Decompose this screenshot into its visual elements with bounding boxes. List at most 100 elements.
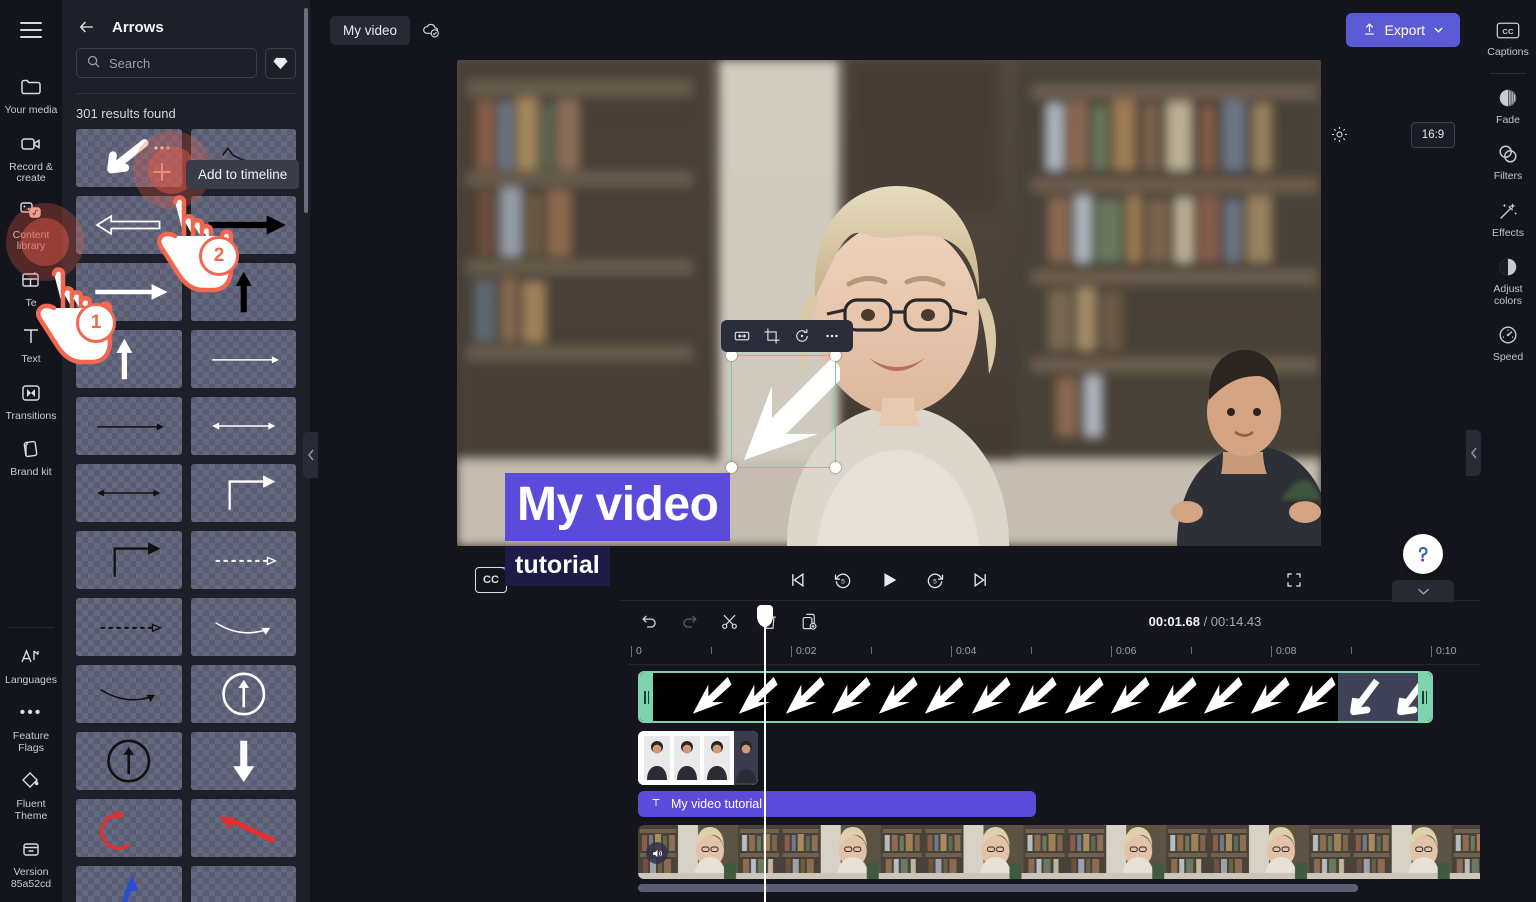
sidebar-label: Your media xyxy=(4,104,58,116)
panel-scrollbar[interactable] xyxy=(304,8,308,213)
undo-button[interactable] xyxy=(638,610,660,632)
tab-label: Adjust colors xyxy=(1493,283,1523,307)
tab-label: Fade xyxy=(1496,113,1520,126)
arrow-thumb[interactable] xyxy=(190,799,296,857)
clip-trim-handle-right[interactable] xyxy=(1418,673,1431,721)
svg-text:5: 5 xyxy=(933,578,937,585)
hamburger-menu-icon[interactable] xyxy=(11,10,51,50)
rewind-5-button[interactable]: 5 xyxy=(830,567,856,593)
project-name-field[interactable]: My video xyxy=(330,15,411,45)
duplicate-button[interactable] xyxy=(798,610,820,632)
sidebar-item-feature-flags[interactable]: ••• Feature Flags xyxy=(0,692,62,760)
sidebar-item-version[interactable]: Version 85a52cd xyxy=(0,828,62,896)
arrow-thumb[interactable] xyxy=(190,732,296,790)
arrow-circle-thumb[interactable] xyxy=(76,732,182,790)
premium-gem-button[interactable] xyxy=(265,48,296,79)
arrow-thumb[interactable] xyxy=(190,598,296,656)
collapse-right-panel-button[interactable] xyxy=(1466,430,1481,476)
tab-captions[interactable]: CC Captions xyxy=(1480,10,1536,67)
sidebar-item-languages[interactable]: Languages xyxy=(0,636,62,693)
resize-handle-bottom-right[interactable] xyxy=(830,462,841,473)
arrow-thumb[interactable] xyxy=(190,866,296,902)
fade-icon xyxy=(1496,86,1520,110)
element-selection-box[interactable] xyxy=(726,350,841,473)
gear-icon[interactable] xyxy=(1327,122,1351,146)
collapse-panel-button[interactable] xyxy=(303,432,318,478)
forward-5-button[interactable]: 5 xyxy=(922,567,948,593)
rotate-icon[interactable] xyxy=(789,323,815,349)
clip-trim-handle-left[interactable] xyxy=(640,673,653,721)
resize-handle-bottom-left[interactable] xyxy=(726,462,737,473)
arrow-thumb[interactable] xyxy=(190,330,296,388)
arrow-thumb[interactable] xyxy=(76,464,182,522)
element-toolbar xyxy=(721,320,853,352)
playhead-knob[interactable] xyxy=(757,605,773,627)
clip-thumb xyxy=(1059,673,1106,721)
more-icon[interactable] xyxy=(819,323,845,349)
table-row[interactable] xyxy=(638,825,1536,879)
languages-icon xyxy=(18,644,44,670)
sidebar-item-text[interactable]: Text xyxy=(0,315,62,372)
tab-filters[interactable]: Filters xyxy=(1480,134,1536,191)
sidebar-item-your-media[interactable]: Your media xyxy=(0,66,62,123)
export-button[interactable]: Export xyxy=(1345,13,1460,47)
sidebar-item-transitions[interactable]: Transitions xyxy=(0,372,62,429)
sidebar-item-fluent-theme[interactable]: Fluent Theme xyxy=(0,760,62,828)
back-arrow-icon[interactable] xyxy=(76,16,98,38)
crop-icon[interactable] xyxy=(759,323,785,349)
aspect-ratio-button[interactable]: 16:9 xyxy=(1411,122,1455,148)
arrow-thumb[interactable] xyxy=(76,799,182,857)
arrow-thumb[interactable] xyxy=(76,598,182,656)
tab-adjust-colors[interactable]: Adjust colors xyxy=(1480,247,1536,315)
clip-thumb xyxy=(966,673,1013,721)
sidebar-item-brand-kit[interactable]: Brand kit xyxy=(0,428,62,485)
arrow-thumb[interactable] xyxy=(76,531,182,589)
arrow-thumb[interactable] xyxy=(190,464,296,522)
preview-stage: My video tutorial 16:9 CC✦ 5 xyxy=(310,60,1480,593)
upload-icon xyxy=(1362,21,1377,40)
svg-text:5: 5 xyxy=(841,578,845,585)
right-rail-divider xyxy=(1490,72,1526,74)
search-input[interactable]: Search xyxy=(76,48,257,78)
left-rail-bottom-group: Languages ••• Feature Flags Fluent Theme… xyxy=(0,619,62,902)
playhead[interactable] xyxy=(757,605,773,902)
tab-effects[interactable]: Effects xyxy=(1480,191,1536,248)
skip-to-end-button[interactable] xyxy=(968,567,994,593)
help-button[interactable] xyxy=(1403,534,1443,574)
cloud-saved-icon[interactable] xyxy=(420,19,442,41)
export-label: Export xyxy=(1384,22,1425,38)
search-row: Search xyxy=(62,48,310,79)
table-row[interactable]: My video tutorial xyxy=(638,791,1036,817)
main-area: My video Export My video tutorial 16:9 C… xyxy=(310,0,1536,902)
arrow-thumb[interactable] xyxy=(190,397,296,455)
arrow-thumb[interactable] xyxy=(76,665,182,723)
arrow-thumb[interactable] xyxy=(190,531,296,589)
search-icon xyxy=(86,54,101,72)
arrow-thumb[interactable] xyxy=(76,196,182,254)
skip-to-start-button[interactable] xyxy=(784,567,810,593)
play-button[interactable] xyxy=(876,567,902,593)
table-row[interactable] xyxy=(638,671,1433,723)
timeline-horizontal-scrollbar[interactable] xyxy=(638,884,1358,892)
chevron-down-icon xyxy=(1433,22,1444,38)
effects-icon xyxy=(1496,199,1520,223)
arrow-thumb[interactable] xyxy=(76,397,182,455)
caption-main-text[interactable]: My video xyxy=(505,473,731,541)
arrow-thumb[interactable] xyxy=(76,866,182,902)
table-row[interactable] xyxy=(638,731,758,785)
tab-speed[interactable]: Speed xyxy=(1480,315,1536,372)
split-button[interactable] xyxy=(718,610,740,632)
sidebar-item-record-create[interactable]: Record & create xyxy=(0,123,62,191)
caption-sub-text[interactable]: tutorial xyxy=(505,546,610,586)
arrow-circle-thumb[interactable] xyxy=(190,665,296,723)
redo-button[interactable] xyxy=(678,610,700,632)
sidebar-label: Transitions xyxy=(5,409,57,422)
mute-icon[interactable] xyxy=(646,842,668,864)
sidebar-item-content-library[interactable]: Content library xyxy=(0,191,62,259)
sidebar-item-templates[interactable]: Te xyxy=(0,259,62,316)
arrow-thumb[interactable] xyxy=(76,129,182,187)
speed-icon xyxy=(1496,323,1520,347)
tab-fade[interactable]: Fade xyxy=(1480,78,1536,135)
flip-icon[interactable] xyxy=(729,323,755,349)
collapse-timeline-button[interactable] xyxy=(1392,580,1454,602)
